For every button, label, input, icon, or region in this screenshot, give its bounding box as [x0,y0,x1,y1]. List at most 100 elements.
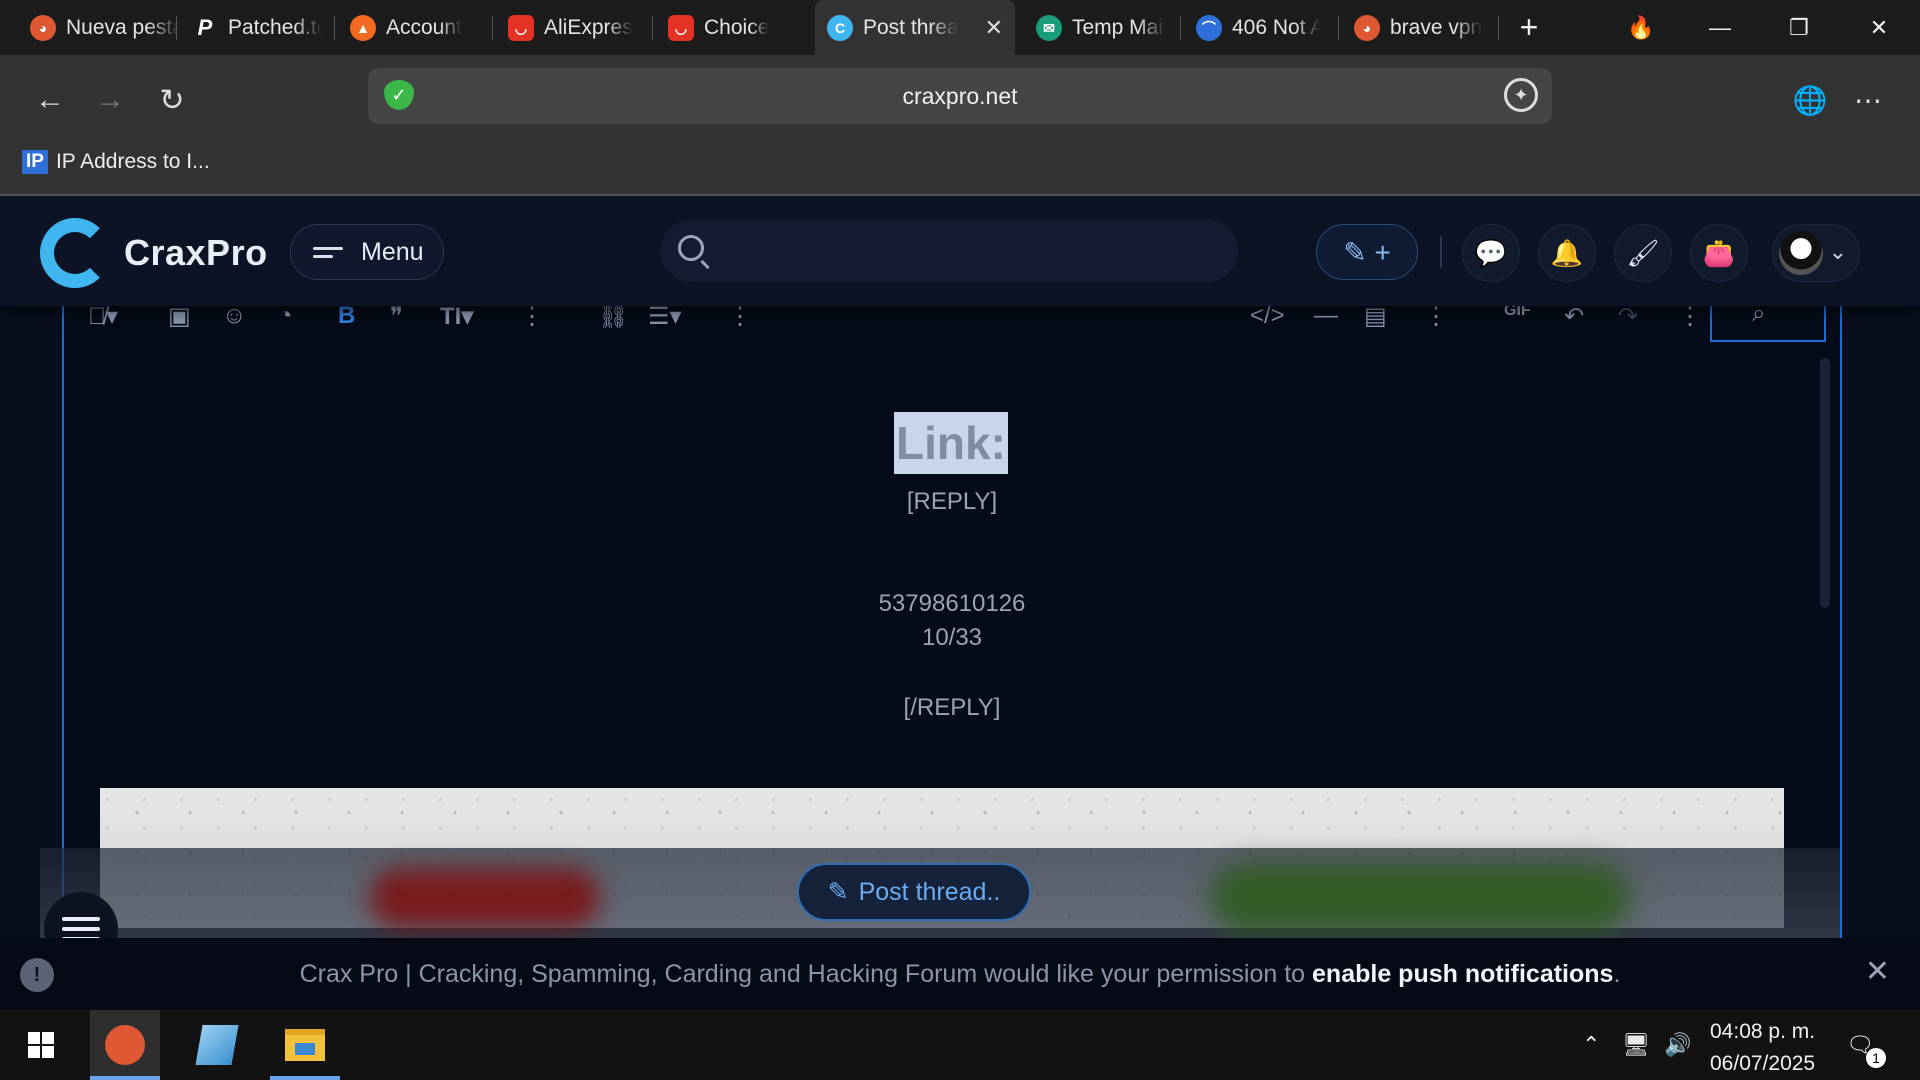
craxpro-icon: C [827,14,853,41]
user-avatar[interactable]: ⌄ [1772,224,1860,282]
site-header: CraxPro Menu ✎ + 💬 🔔 🖌 👛 ⌄ [0,196,1920,306]
notification-badge: 1 [1866,1048,1886,1068]
tab-label: Patched.to [228,16,322,39]
search-input[interactable] [660,220,1238,282]
taskbar-duckduckgo[interactable] [90,1010,160,1080]
tab-label: Post thread [863,15,958,39]
close-window-icon[interactable]: ✕ [1844,0,1914,55]
redo-icon[interactable]: ↷ [1618,302,1638,331]
ip-badge-icon: IP [22,150,48,174]
aliexpress-icon: ◡ [508,15,534,41]
tab-label: Temp Mail [1072,16,1166,39]
new-tab-icon[interactable]: + [1494,0,1564,55]
back-icon[interactable]: ← [28,78,72,122]
media-icon[interactable]: ▤ [1364,302,1387,331]
more-icon[interactable]: ⋮ [520,302,544,331]
tab-8[interactable]: ⌒ 406 Not Acceptable [1196,8,1321,48]
tab-label: AliExpress [544,16,633,39]
volume-icon[interactable]: 🔊 [1664,1010,1691,1080]
more-options-icon[interactable]: ⋯ [1846,78,1890,122]
close-tab-icon[interactable]: ✕ [985,15,1003,41]
tempmail-icon: ✉ [1036,15,1062,41]
bookmark-label: IP Address to I... [55,150,210,173]
palette-icon[interactable]: ◔ [278,302,293,330]
reply-open-tag[interactable]: [REPLY] [64,488,1840,516]
tab-label: 406 Not Acceptable [1232,16,1321,39]
menu-button[interactable]: Menu [290,224,444,280]
undo-icon[interactable]: ↶ [1564,302,1584,331]
tab-label: brave vpn [1390,16,1483,39]
aliexpress-icon: ◡ [668,15,694,41]
folder-icon [285,1029,325,1061]
system-clock[interactable]: 04:08 p. m. 06/07/2025 [1710,1016,1815,1080]
blurred-button[interactable] [1210,863,1630,933]
bold-icon[interactable]: B [338,302,355,330]
link-icon[interactable]: ⛓ [598,302,628,331]
close-banner-icon[interactable]: ✕ [1865,954,1890,989]
messages-icon[interactable]: 💬 [1462,224,1520,282]
minimize-icon[interactable]: — [1685,0,1755,55]
more-icon[interactable]: ⋮ [1678,302,1702,331]
tab-2[interactable]: P Patched.to [192,8,322,48]
duckduckgo-icon [105,1025,145,1065]
push-notification-banner: ! Crax Pro | Cracking, Spamming, Carding… [0,938,1920,1010]
tab-label: Choice [704,16,770,39]
forward-icon[interactable]: → [88,78,132,122]
enable-push-link[interactable]: enable push notifications [1312,960,1613,988]
emoji-icon[interactable]: ☺ [222,302,247,330]
fraction-text[interactable]: 10/33 [64,624,1840,652]
tab-9[interactable]: ◕ brave vpn [1354,8,1484,48]
brand-name: CraxPro [124,232,268,273]
new-post-button[interactable]: ✎ + [1316,224,1418,280]
search-icon [678,235,704,261]
reply-close-tag[interactable]: [/REPLY] [64,694,1840,722]
text-size-icon[interactable]: TI▾ [440,302,473,331]
network-icon[interactable]: 🖥 [1622,1010,1650,1080]
ai-chat-icon[interactable]: ✦ [1504,78,1538,112]
editor-scrollbar[interactable] [1820,358,1830,608]
align-icon[interactable]: ☰▾ [648,302,682,331]
hamburger-icon [313,242,343,263]
more-icon[interactable]: ⋮ [728,302,752,331]
start-button[interactable] [6,1010,76,1080]
url-text[interactable]: craxpro.net [368,83,1552,110]
image-icon[interactable]: ▣ [168,302,191,331]
clock-time: 04:08 p. m. [1710,1020,1816,1043]
blurred-button[interactable] [370,868,600,928]
quote-icon[interactable]: ❞ [390,302,403,331]
page-viewport: 👁̸▾ ▣ ☺ ◔ B ❞ TI▾ ⋮ ⛓ ☰▾ ⋮ </> — ▤ ⋮ GIF… [0,196,1920,1010]
number-text[interactable]: 53798610126 [64,590,1840,618]
code-icon[interactable]: </> [1250,302,1285,330]
post-thread-button[interactable]: ✎ Post thread.. [797,863,1031,921]
wallet-icon[interactable]: 👛 [1690,224,1748,282]
bookmark-ip-address[interactable]: IP IP Address to I... [22,150,210,174]
restore-icon[interactable]: ❐ [1764,0,1834,55]
show-hidden-icons[interactable]: ⌃ [1582,1010,1600,1080]
translate-icon[interactable]: 🌐 [1788,78,1832,122]
hide-icon[interactable]: 👁̸▾ [88,302,118,331]
horizontal-rule-icon[interactable]: — [1314,302,1338,330]
tab-7[interactable]: ✉ Temp Mail [1036,8,1166,48]
address-bar[interactable]: ✓ craxpro.net ✦ [368,68,1552,124]
avast-icon: ▲ [350,15,376,41]
taskbar-notepad[interactable] [182,1010,252,1080]
reload-icon[interactable]: ↻ [150,78,194,122]
more-icon[interactable]: ⋮ [1424,302,1448,331]
edit-icon: ✎ [827,878,849,906]
pen-plus-icon: ✎ + [1343,236,1391,268]
tab-4[interactable]: ◡ AliExpress [508,8,633,48]
tab-5[interactable]: ◡ Choice [668,8,798,48]
paypal-p-icon: P [192,15,218,41]
duckduckgo-icon: ◕ [30,15,56,41]
tab-strip: ◕ Nueva pestaña P Patched.to ▲ Account ◡… [0,0,1920,55]
bell-icon[interactable]: 🔔 [1538,224,1596,282]
taskbar-file-explorer[interactable] [270,1010,340,1080]
notification-center[interactable]: 🗨 1 [1846,1010,1886,1080]
tab-3[interactable]: ▲ Account [350,8,490,48]
selected-link-text[interactable]: Link: [894,412,1008,474]
tab-6-active[interactable]: C Post thread ✕ [815,0,1015,55]
site-logo[interactable]: CraxPro [40,218,268,288]
burn-icon[interactable]: 🔥 [1606,0,1676,55]
brush-icon[interactable]: 🖌 [1614,224,1672,282]
tab-1[interactable]: ◕ Nueva pestaña [30,8,180,48]
